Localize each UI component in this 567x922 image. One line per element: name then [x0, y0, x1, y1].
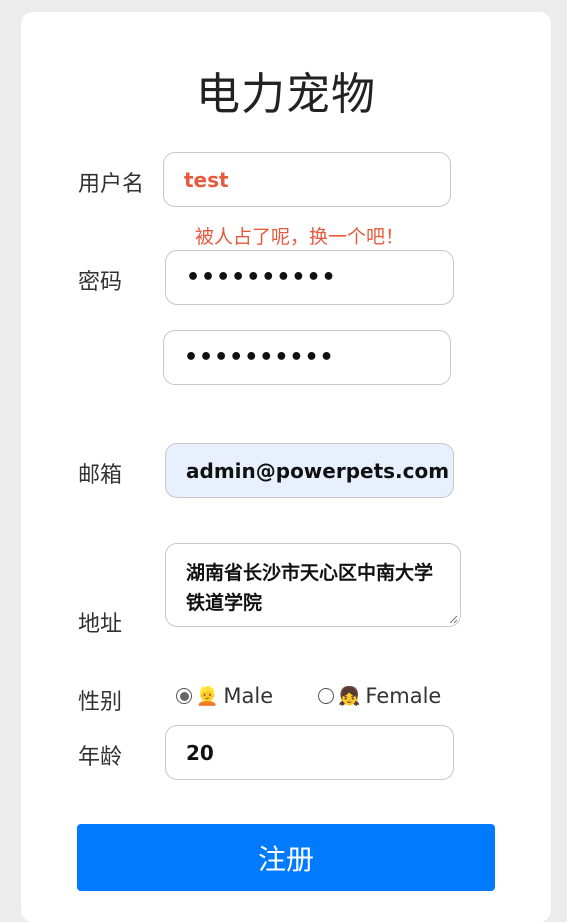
address-value: 湖南省长沙市天心区中南大学铁道学院	[186, 562, 434, 614]
age-input[interactable]: 20	[165, 725, 454, 780]
confirm-password-value: ••••••••••	[184, 345, 335, 370]
female-person-icon: 👧	[338, 685, 361, 707]
username-input[interactable]: test	[163, 152, 451, 207]
male-person-icon: 👱	[196, 685, 219, 707]
register-button-label: 注册	[257, 842, 314, 876]
username-value: test	[184, 167, 229, 192]
male-radio[interactable]	[176, 688, 192, 704]
gender-option-female[interactable]: 👧 Female	[318, 684, 441, 708]
address-label: 地址	[78, 612, 123, 637]
confirm-password-input[interactable]: ••••••••••	[163, 330, 451, 385]
email-label: 邮箱	[78, 463, 123, 488]
age-value: 20	[186, 740, 214, 765]
resize-grip-icon[interactable]	[448, 614, 458, 624]
password-input[interactable]: ••••••••••	[165, 250, 454, 305]
password-label: 密码	[78, 270, 123, 295]
email-value: admin@powerpets.com	[186, 458, 450, 483]
username-label: 用户名	[78, 172, 145, 197]
female-label: Female	[365, 684, 442, 708]
address-textarea[interactable]: 湖南省长沙市天心区中南大学铁道学院	[165, 543, 461, 627]
age-label: 年龄	[78, 745, 123, 770]
gender-option-male[interactable]: 👱 Male	[176, 684, 273, 708]
page-title: 电力宠物	[196, 69, 376, 120]
email-input[interactable]: admin@powerpets.com	[165, 443, 454, 498]
username-error-message: 被人占了呢，换一个吧！	[195, 226, 405, 248]
male-label: Male	[223, 684, 274, 708]
gender-label: 性别	[78, 690, 123, 715]
password-value: ••••••••••	[186, 265, 337, 290]
register-button[interactable]: 注册	[77, 824, 495, 891]
female-radio[interactable]	[318, 688, 334, 704]
